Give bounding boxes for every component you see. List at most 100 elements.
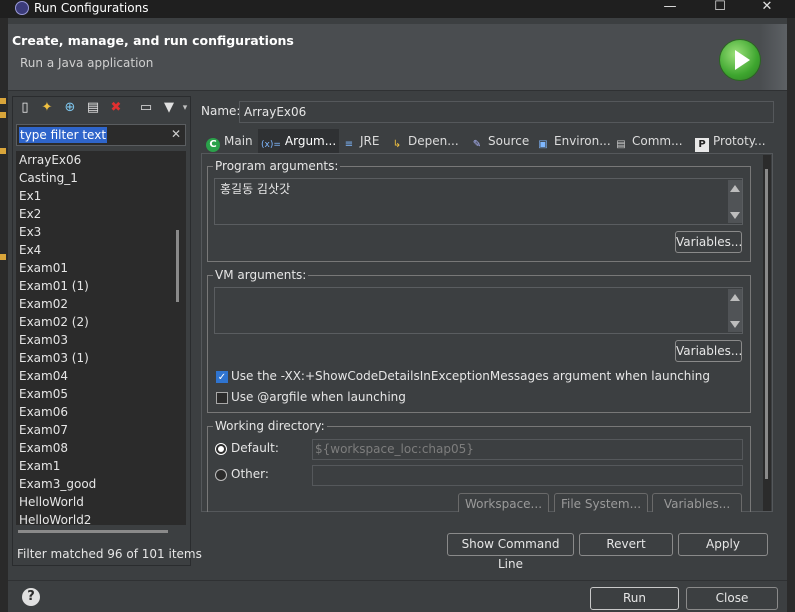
tab-main[interactable]: C Main bbox=[206, 129, 253, 153]
tab-jre[interactable]: ≡ JRE bbox=[342, 129, 380, 153]
list-item[interactable]: Exam01 (1) bbox=[19, 277, 89, 295]
scroll-up-icon[interactable] bbox=[730, 294, 740, 301]
run-button[interactable]: Run bbox=[590, 587, 679, 610]
list-horizontal-scrollbar[interactable] bbox=[18, 530, 168, 533]
list-item[interactable]: Exam1 bbox=[19, 457, 60, 475]
list-vertical-scrollbar[interactable] bbox=[176, 230, 179, 302]
list-item[interactable]: Exam05 bbox=[19, 385, 68, 403]
default-directory-field: ${workspace_loc:chap05} bbox=[312, 439, 743, 460]
filter-icon[interactable]: ▼ bbox=[161, 100, 177, 116]
tab-content-clip bbox=[201, 512, 773, 520]
list-item[interactable]: Ex3 bbox=[19, 223, 41, 241]
collapse-all-icon[interactable]: ▭ bbox=[138, 100, 154, 116]
tab-label: Main bbox=[224, 134, 253, 148]
filter-match-status: Filter matched 96 of 101 items bbox=[17, 547, 202, 561]
new-config-icon[interactable]: ▯ bbox=[17, 100, 33, 116]
list-item[interactable]: HelloWorld2 bbox=[19, 511, 91, 526]
revert-button[interactable]: Revert bbox=[579, 533, 673, 556]
other-directory-radio[interactable] bbox=[215, 469, 227, 481]
duplicate-icon[interactable]: ⊕ bbox=[62, 100, 78, 116]
prototype-tab-icon: P bbox=[695, 138, 709, 152]
dialog-header: Create, manage, and run configurations R… bbox=[8, 24, 787, 91]
tab-source[interactable]: ✎ Source bbox=[470, 129, 529, 153]
list-item[interactable]: Exam02 (2) bbox=[19, 313, 89, 331]
list-item[interactable]: Casting_1 bbox=[19, 169, 78, 187]
program-arguments-textarea[interactable]: 홍길동 김삿갓 bbox=[214, 178, 743, 225]
close-window-button[interactable]: ✕ bbox=[752, 0, 782, 16]
apply-button[interactable]: Apply bbox=[678, 533, 768, 556]
vm-arguments-scrollbar[interactable] bbox=[728, 289, 742, 332]
tab-label: Environ... bbox=[554, 134, 611, 148]
other-directory-field[interactable] bbox=[312, 465, 743, 486]
list-item[interactable]: Ex2 bbox=[19, 205, 41, 223]
configuration-list[interactable]: ArrayEx06 Casting_1 Ex1 Ex2 Ex3 Ex4 Exam… bbox=[16, 151, 186, 526]
maximize-button[interactable]: ☐ bbox=[705, 0, 735, 16]
tab-label: JRE bbox=[360, 134, 380, 148]
dependencies-tab-icon: ↳ bbox=[392, 139, 402, 150]
tab-common[interactable]: ▤ Comm... bbox=[614, 129, 682, 153]
tab-label: Depen... bbox=[408, 134, 459, 148]
background-editor-strip bbox=[0, 18, 8, 612]
list-item[interactable]: Ex1 bbox=[19, 187, 41, 205]
close-button[interactable]: Close bbox=[686, 587, 778, 610]
argfile-label: Use @argfile when launching bbox=[231, 390, 406, 404]
window-title: Run Configurations bbox=[34, 1, 149, 15]
list-item[interactable]: ArrayEx06 bbox=[19, 151, 81, 169]
vm-arguments-textarea[interactable] bbox=[214, 287, 743, 334]
default-directory-label: Default: bbox=[231, 441, 279, 455]
list-item[interactable]: Exam04 bbox=[19, 367, 68, 385]
list-item[interactable]: Exam08 bbox=[19, 439, 68, 457]
minimize-button[interactable]: — bbox=[655, 0, 685, 16]
list-item[interactable]: HelloWorld bbox=[19, 493, 84, 511]
default-directory-radio[interactable] bbox=[215, 443, 227, 455]
common-tab-icon: ▤ bbox=[616, 139, 626, 150]
tab-dependencies[interactable]: ↳ Depen... bbox=[390, 129, 459, 153]
new-prototype-icon[interactable]: ✦ bbox=[39, 100, 55, 116]
scroll-down-icon[interactable] bbox=[730, 212, 740, 219]
workspace-button[interactable]: Workspace... bbox=[458, 493, 549, 513]
scroll-up-icon[interactable] bbox=[730, 185, 740, 192]
list-item[interactable]: Exam07 bbox=[19, 421, 68, 439]
tab-prototype[interactable]: P Prototy... bbox=[695, 129, 766, 153]
show-code-details-label: Use the -XX:+ShowCodeDetailsInExceptionM… bbox=[231, 369, 710, 383]
help-icon[interactable]: ? bbox=[22, 588, 40, 606]
working-directory-variables-button[interactable]: Variables... bbox=[652, 493, 742, 513]
tab-environment[interactable]: ▣ Environ... bbox=[536, 129, 611, 153]
vm-arguments-variables-button[interactable]: Variables... bbox=[675, 340, 742, 362]
program-arguments-variables-button[interactable]: Variables... bbox=[675, 231, 742, 253]
view-menu-chevron-icon[interactable]: ▾ bbox=[180, 100, 190, 116]
other-directory-label: Other: bbox=[231, 467, 269, 481]
footer-separator bbox=[8, 580, 787, 581]
clear-filter-icon[interactable]: ✕ bbox=[171, 127, 181, 141]
filter-input[interactable]: type filter text ✕ bbox=[16, 124, 186, 146]
working-directory-label: Working directory: bbox=[213, 419, 327, 433]
delete-icon[interactable]: ✖ bbox=[108, 100, 124, 116]
list-item[interactable]: Ex4 bbox=[19, 241, 41, 259]
run-banner-icon bbox=[720, 40, 760, 80]
filter-placeholder: type filter text bbox=[19, 127, 108, 143]
show-command-line-button[interactable]: Show Command Line bbox=[447, 533, 574, 571]
name-field[interactable]: ArrayEx06 bbox=[239, 101, 774, 123]
main-tab-icon: C bbox=[206, 138, 220, 152]
list-item[interactable]: Exam03 (1) bbox=[19, 349, 89, 367]
list-item[interactable]: Exam3_good bbox=[19, 475, 96, 493]
tab-label: Argum... bbox=[284, 134, 337, 148]
scroll-down-icon[interactable] bbox=[730, 321, 740, 328]
list-item[interactable]: Exam02 bbox=[19, 295, 68, 313]
list-item[interactable]: Exam06 bbox=[19, 403, 68, 421]
header-decoration bbox=[760, 24, 787, 90]
program-arguments-label: Program arguments: bbox=[213, 159, 341, 173]
show-code-details-checkbox[interactable]: ✓ bbox=[216, 371, 228, 383]
environment-tab-icon: ▣ bbox=[538, 139, 548, 150]
tab-label: Prototy... bbox=[713, 134, 766, 148]
list-item[interactable]: Exam01 bbox=[19, 259, 68, 277]
file-system-button[interactable]: File System... bbox=[554, 493, 648, 513]
tab-content-scrollbar[interactable] bbox=[763, 155, 771, 511]
export-icon[interactable]: ▤ bbox=[85, 100, 101, 116]
eclipse-app-icon bbox=[15, 1, 29, 15]
tab-arguments[interactable]: (x)= Argum... bbox=[258, 129, 339, 153]
source-tab-icon: ✎ bbox=[472, 139, 482, 150]
list-item[interactable]: Exam03 bbox=[19, 331, 68, 349]
program-arguments-scrollbar[interactable] bbox=[728, 180, 742, 223]
argfile-checkbox[interactable] bbox=[216, 392, 228, 404]
